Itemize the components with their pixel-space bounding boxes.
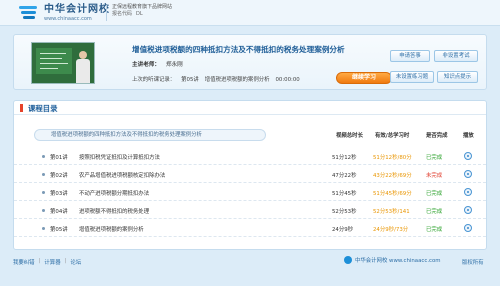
lesson-name[interactable]: 农产品增值税进项税额核定扣除办法	[79, 171, 165, 179]
lesson-table-header: 增值税进项税额的四种抵扣方法及不得抵扣的税务处理案例分析 视频总时长 有效/总学…	[14, 129, 486, 143]
footer-separator: |	[38, 258, 41, 264]
lesson-effective-time: 43分22秒/69分	[373, 173, 412, 179]
lesson-duration: 52分53秒	[332, 209, 357, 215]
site-logo[interactable]: 中华会计网校 www.chinaacc.com	[16, 4, 110, 22]
knowledge-tip-button[interactable]: 知识点提示	[437, 71, 478, 83]
footer-logo[interactable]: 中华会计网校 www.chinaacc.com	[344, 256, 441, 264]
logo-icon	[16, 4, 40, 22]
row-bullet	[42, 191, 45, 194]
section-marker	[20, 104, 23, 112]
lesson-number: 第02讲	[50, 173, 68, 179]
apply-qa-button[interactable]: 申请答事	[390, 50, 430, 62]
lesson-effective-time: 51分45秒/69分	[373, 191, 412, 197]
evaluation-button[interactable]: 非设置考试	[434, 50, 478, 62]
lesson-effective-time: 52分53秒/141	[373, 209, 410, 215]
play-icon[interactable]	[464, 152, 472, 160]
exercise-button[interactable]: 未设置练习题	[390, 71, 434, 83]
calculator-link[interactable]: 计算器	[44, 258, 60, 266]
logo-name: 中华会计网校	[44, 3, 110, 15]
directory-header: 课程目录	[14, 101, 486, 115]
last-record-title[interactable]: 增值税进项税额的案例分析	[205, 77, 270, 83]
lesson-status: 未完成	[426, 173, 443, 179]
lesson-effective-time: 51分12秒/80分	[373, 155, 412, 161]
lesson-name[interactable]: 按照扣税凭证抵扣及计算抵扣方法	[79, 153, 160, 161]
course-thumbnail[interactable]	[31, 42, 95, 84]
row-bullet	[42, 209, 45, 212]
lesson-status: 已完成	[426, 191, 443, 197]
row-bullet	[42, 173, 45, 176]
slogan-text: 正保远程教育旗下品牌网站	[112, 4, 173, 10]
lesson-row: 第02讲 农产品增值税进项税额核定扣除办法 47分22秒 43分22秒/69分 …	[14, 166, 486, 183]
register-code-link[interactable]: 报名代码	[112, 11, 132, 18]
lesson-row: 第01讲 按照扣税凭证抵扣及计算抵扣方法 51分12秒 51分12秒/80分 已…	[14, 148, 486, 165]
lesson-number: 第03讲	[50, 191, 68, 197]
lesson-number: 第05讲	[50, 227, 68, 233]
lesson-number: 第04讲	[50, 209, 68, 215]
lesson-effective-time: 24分9秒/73分	[373, 227, 409, 233]
last-record-lesson: 第05讲	[181, 77, 199, 83]
row-bullet	[42, 155, 45, 158]
lesson-number: 第01讲	[50, 155, 68, 161]
lesson-name[interactable]: 不动产进项税额分期抵扣办法	[79, 189, 149, 197]
footer-links: 我要纠错 | 计算器 | 论坛	[13, 258, 81, 266]
blackboard-graphic	[36, 48, 72, 74]
header-divider	[106, 5, 107, 21]
chapter-category[interactable]: 增值税进项税额的四种抵扣方法及不得抵扣的税务处理案例分析	[34, 129, 266, 141]
help-links: 报名代码 DL	[112, 11, 172, 18]
course-title: 增值税进项税额的四种抵扣方法及不得抵扣的税务处理案例分析	[132, 45, 345, 54]
report-error-link[interactable]: 我要纠错	[13, 258, 35, 266]
last-record-time: 00:00:00	[275, 77, 300, 83]
col-duration: 视频总时长	[336, 133, 363, 139]
col-play: 播放	[463, 133, 474, 139]
lesson-name[interactable]: 增值税进项税额的案例分析	[79, 225, 144, 233]
lesson-row: 第03讲 不动产进项税额分期抵扣办法 51分45秒 51分45秒/69分 已完成	[14, 184, 486, 201]
play-icon[interactable]	[464, 170, 472, 178]
play-icon[interactable]	[464, 188, 472, 196]
last-record-line: 上次的听课记录： 第05讲 增值税进项税额的案例分析 00:00:00	[132, 75, 306, 83]
lesson-duration: 24分9秒	[332, 227, 354, 233]
header-slogan-block: 正保远程教育旗下品牌网站 报名代码 DL	[112, 4, 172, 18]
lesson-duration: 51分45秒	[332, 191, 357, 197]
lesson-name[interactable]: 进项税额不得抵扣的税务处理	[79, 207, 149, 215]
teacher-figure	[76, 51, 90, 83]
teacher-line: 主讲老师： 郑永刚	[132, 60, 183, 68]
forum-link[interactable]: 论坛	[70, 258, 81, 266]
last-record-label: 上次的听课记录：	[132, 77, 176, 83]
course-info-card: 增值税进项税额的四种抵扣方法及不得抵扣的税务处理案例分析 主讲老师： 郑永刚 上次…	[13, 34, 487, 90]
logo-url: www.chinaacc.com	[44, 15, 92, 22]
footer-logo-icon	[344, 256, 352, 264]
lesson-status: 已完成	[426, 227, 443, 233]
row-bullet	[42, 227, 45, 230]
footer-logo-text: 中华会计网校 www.chinaacc.com	[355, 258, 441, 264]
top-header: 中华会计网校 www.chinaacc.com 正保远程教育旗下品牌网站 报名代…	[0, 0, 500, 26]
teacher-name: 郑永刚	[165, 62, 183, 68]
lesson-row: 第05讲 增值税进项税额的案例分析 24分9秒 24分9秒/73分 已完成	[14, 220, 486, 237]
footer-separator: |	[64, 258, 67, 264]
play-icon[interactable]	[464, 206, 472, 214]
copyright-text: 版权所有	[462, 260, 484, 266]
lesson-duration: 51分12秒	[332, 155, 357, 161]
teacher-label: 主讲老师：	[132, 62, 160, 68]
lesson-duration: 47分22秒	[332, 173, 357, 179]
col-done: 是否完成	[426, 133, 448, 139]
lesson-status: 已完成	[426, 209, 443, 215]
lesson-status: 已完成	[426, 155, 443, 161]
lesson-row: 第04讲 进项税额不得抵扣的税务处理 52分53秒 52分53秒/141 已完成	[14, 202, 486, 219]
play-icon[interactable]	[464, 224, 472, 232]
col-effective: 有效/总学习时	[375, 133, 410, 139]
continue-learning-button[interactable]: 继续学习	[336, 72, 392, 84]
dl-link[interactable]: DL	[136, 11, 143, 18]
directory-title: 课程目录	[28, 104, 58, 113]
course-directory-panel: 课程目录 增值税进项税额的四种抵扣方法及不得抵扣的税务处理案例分析 视频总时长 …	[13, 100, 487, 250]
